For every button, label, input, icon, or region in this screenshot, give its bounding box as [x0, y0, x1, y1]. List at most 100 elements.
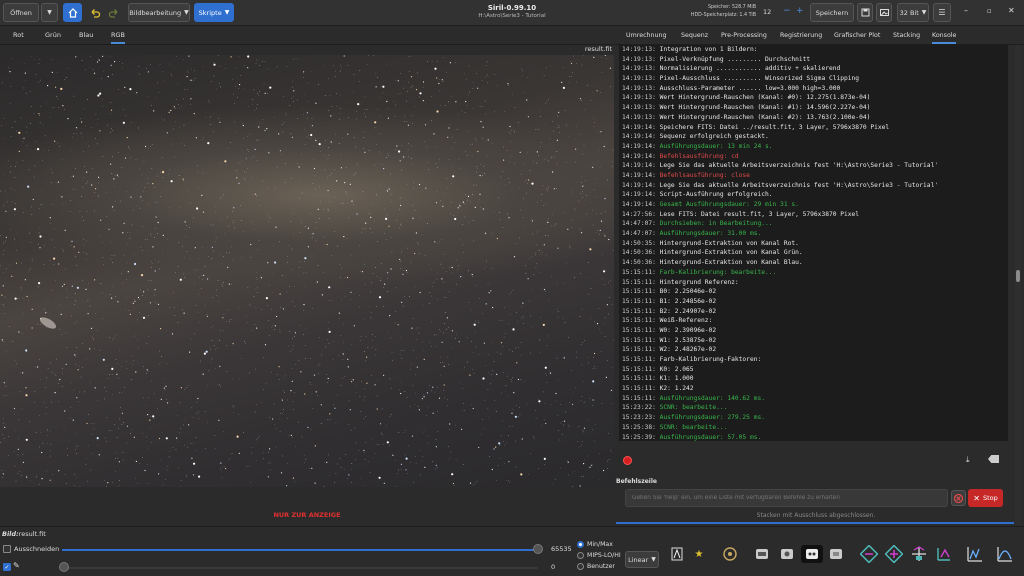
- console-line: 15:15:11: K0: 2.065: [622, 365, 1008, 375]
- tab-stacking[interactable]: Stacking: [893, 32, 920, 39]
- clear-icon: [954, 493, 963, 503]
- console-timestamp: 15:15:11:: [622, 317, 660, 325]
- histogram-icon[interactable]: [668, 545, 686, 563]
- panel-scrollbar[interactable]: [1015, 45, 1021, 525]
- console-line: 15:15:11: K2: 1.242: [622, 384, 1008, 394]
- console-line: 15:15:11: K1: 1.000: [622, 374, 1008, 384]
- main-menu-button[interactable]: ☰: [933, 3, 951, 22]
- zoom-out-icon[interactable]: [860, 545, 878, 563]
- undo-button[interactable]: [89, 7, 101, 19]
- maximize-icon[interactable]: ▫: [987, 7, 992, 15]
- plot-icon[interactable]: [966, 545, 984, 563]
- console-line: 15:15:11: W1: 2.53875e-02: [622, 336, 1008, 346]
- scripts-menu[interactable]: Skripte ▼: [194, 3, 234, 22]
- open-recent-dropdown[interactable]: ▼: [41, 3, 58, 22]
- tab-blue[interactable]: Blau: [79, 31, 93, 39]
- image-processing-menu[interactable]: Bildbearbeitung ▼: [128, 3, 190, 22]
- header-bar: Öffnen ▼ Bildbearbeitung ▼ Skripte ▼ Siril…: [0, 0, 1024, 26]
- radio-minmax[interactable]: [577, 541, 584, 548]
- console-message: W0: 2.39096e-02: [659, 326, 717, 334]
- save-log-icon[interactable]: ⤓: [966, 455, 970, 465]
- console-message: Wert Hintergrund-Rauschen (Kanal: #0): 1…: [659, 94, 871, 102]
- astro-image[interactable]: [0, 55, 614, 487]
- console-line: 14:19:13: Wert Hintergrund-Rauschen (Kan…: [622, 93, 1008, 103]
- min-slider-knob[interactable]: [59, 562, 69, 572]
- console-message: Wert Hintergrund-Rauschen (Kanal: #1): 1…: [659, 104, 871, 112]
- false-color-icon[interactable]: [827, 545, 845, 563]
- tab-plot[interactable]: Grafischer Plot: [834, 32, 880, 39]
- console-line: 14:50:35: Hintergrund-Extraktion von Kan…: [622, 239, 1008, 249]
- negative-view-icon[interactable]: [801, 545, 823, 563]
- console-line: 14:19:13: Integration von 1 Bildern:: [622, 45, 1008, 55]
- max-slider-track[interactable]: [62, 549, 538, 551]
- console-line: 14:19:13: Normalisierung ............ ad…: [622, 64, 1008, 74]
- thread-count[interactable]: 12: [763, 8, 771, 16]
- max-slider-knob[interactable]: [533, 544, 543, 554]
- console-line: 15:15:11: Farb-Kalibrierung-Faktoren:: [622, 355, 1008, 365]
- max-value[interactable]: 65535: [551, 545, 572, 553]
- clear-command-button[interactable]: [951, 490, 966, 506]
- zoom-in-icon[interactable]: [885, 545, 903, 563]
- clear-log-icon[interactable]: [988, 455, 999, 463]
- scrollbar-thumb[interactable]: [1016, 270, 1020, 282]
- snapshot-button[interactable]: [876, 3, 892, 22]
- close-icon[interactable]: ✕: [1008, 6, 1015, 15]
- min-value[interactable]: 0: [551, 563, 555, 571]
- photometry-icon[interactable]: [996, 545, 1014, 563]
- scale-mode-selector[interactable]: Linear ▼: [625, 551, 659, 568]
- console-timestamp: 14:19:14:: [622, 171, 660, 179]
- stop-button[interactable]: ✕ Stop: [968, 489, 1003, 507]
- console-log[interactable]: 14:19:13: Integration von 1 Bildern: 14:1…: [619, 45, 1008, 441]
- console-timestamp: 15:15:11:: [622, 346, 660, 354]
- tab-preprocessing[interactable]: Pre-Processing: [721, 32, 767, 39]
- console-line: 14:19:13: Pixel-Verknüpfung ......... Du…: [622, 55, 1008, 65]
- open-button[interactable]: Öffnen: [3, 3, 39, 22]
- status-message: Stacken mit Ausschluss abgeschlossen.: [756, 512, 876, 519]
- console-timestamp: 15:25:38:: [622, 423, 660, 431]
- tab-red[interactable]: Rot: [13, 31, 24, 39]
- pseudo-color-icon[interactable]: [778, 545, 796, 563]
- link-checkbox[interactable]: ✓: [3, 563, 11, 571]
- image-label: Bild:: [2, 530, 19, 538]
- tab-green[interactable]: Grün: [45, 31, 61, 39]
- crop-checkbox[interactable]: [3, 545, 11, 553]
- minus-icon[interactable]: −: [783, 6, 791, 16]
- console-message: Normalisierung ............ additiv + sk…: [659, 65, 841, 73]
- console-message: W2: 2.48267e-02: [659, 346, 717, 354]
- galaxy-blob: [39, 317, 57, 329]
- radio-mips[interactable]: [577, 552, 584, 559]
- record-icon[interactable]: [623, 456, 632, 465]
- radio-minmax-label: Min/Max: [587, 541, 613, 548]
- min-slider-track[interactable]: [62, 567, 538, 569]
- radio-user[interactable]: [577, 563, 584, 570]
- save-as-button[interactable]: [857, 3, 873, 22]
- console-line: 15:15:11: B2: 2.24907e-02: [622, 307, 1008, 317]
- console-line: 14:50:36: Hintergrund-Extraktion von Kan…: [622, 258, 1008, 268]
- redo-icon: [108, 9, 118, 18]
- star-icon[interactable]: ★: [690, 545, 708, 563]
- console-timestamp: 15:15:11:: [622, 288, 660, 296]
- zoom-fit-icon[interactable]: [910, 545, 928, 563]
- bitdepth-selector[interactable]: 32 Bit ▼: [897, 3, 929, 22]
- console-timestamp: 14:47:07:: [622, 220, 660, 228]
- tab-conversion[interactable]: Umrechnung: [626, 32, 667, 39]
- console-message: Ausführungsdauer: 57.05 ms.: [659, 433, 762, 441]
- image-label-row: Bild:result.fit: [2, 530, 46, 538]
- console-line: 14:50:36: Hintergrund-Extraktion von Kan…: [622, 248, 1008, 258]
- tab-sequence[interactable]: Sequenz: [681, 32, 708, 39]
- save-button[interactable]: Speichern: [810, 3, 854, 22]
- linear-view-icon[interactable]: [753, 545, 771, 563]
- wcs-icon[interactable]: [721, 545, 739, 563]
- home-button[interactable]: [63, 3, 82, 22]
- redo-button[interactable]: [108, 7, 120, 19]
- scale-mode-label: Linear: [628, 555, 649, 564]
- zoom-100-icon[interactable]: [935, 545, 953, 563]
- console-timestamp: 15:25:39:: [622, 433, 660, 441]
- plus-icon[interactable]: +: [796, 6, 804, 16]
- minimize-icon[interactable]: –: [964, 6, 968, 15]
- command-input[interactable]: [625, 489, 948, 507]
- tab-console[interactable]: Konsole: [932, 32, 957, 44]
- console-line: 15:15:11: W0: 2.39096e-02: [622, 326, 1008, 336]
- tab-registration[interactable]: Registrierung: [780, 32, 822, 39]
- tab-rgb[interactable]: RGB: [111, 31, 126, 44]
